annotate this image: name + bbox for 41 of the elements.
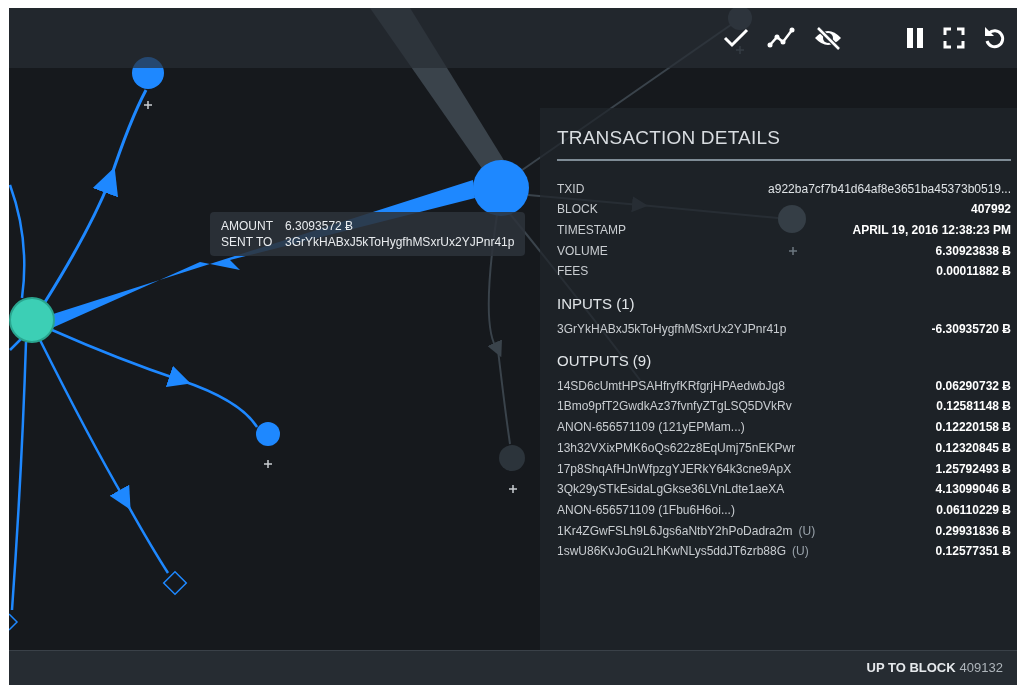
field-value: a922ba7cf7b41d64af8e3651ba45373b0519...: [768, 180, 1011, 198]
output-amount: 0.12581148 Ƀ: [936, 398, 1011, 416]
output-address[interactable]: 1swU86KvJoGu2LhKwNLys5ddJT6zrb88G: [557, 544, 786, 559]
field-value: 6.30923838 Ƀ: [935, 242, 1011, 260]
field-value: APRIL 19, 2016 12:38:23 PM: [852, 221, 1011, 239]
status-label: UP TO BLOCK: [866, 659, 956, 678]
panel-title: TRANSACTION DETAILS: [557, 124, 1011, 161]
field-label: TXID: [557, 180, 585, 198]
output-amount: 0.06290732 Ƀ: [935, 377, 1011, 395]
output-address[interactable]: 17p8ShqAfHJnWfpzgYJERkY64k3cne9ApX: [557, 461, 792, 476]
field-label: FEES: [557, 263, 589, 281]
tooltip-value: 6.3093572 Ƀ: [285, 219, 354, 233]
input-amount: -6.30935720 Ƀ: [931, 320, 1011, 338]
output-amount: 0.12220158 Ƀ: [935, 419, 1011, 437]
tooltip-label: SENT TO: [221, 234, 274, 250]
output-amount: 0.12577351 Ƀ: [935, 543, 1011, 561]
input-address[interactable]: 3GrYkHABxJ5kToHygfhMSxrUx2YJPnr41p: [557, 321, 787, 336]
tooltip-label: AMOUNT: [221, 218, 274, 234]
address-tag: (U): [792, 544, 809, 559]
output-address[interactable]: 1Kr4ZGwFSLh9L6Jgs6aNtbY2hPoDadra2m: [557, 523, 793, 538]
output-amount: 1.25792493 Ƀ: [935, 460, 1011, 478]
output-address[interactable]: 13h32VXixPMK6oQs622z8EqUmj75nEKPwr: [557, 440, 796, 455]
output-amount: 0.12320845 Ƀ: [935, 439, 1011, 457]
output-amount: 4.13099046 Ƀ: [935, 481, 1011, 499]
section-heading: OUTPUTS (9): [557, 351, 653, 372]
output-amount: 0.06110229 Ƀ: [936, 501, 1011, 519]
output-address[interactable]: ANON-656571109 (1Fbu6H6oi...): [557, 502, 735, 517]
output-address[interactable]: ANON-656571109 (121yEPMam...): [557, 420, 745, 435]
output-amount: 0.29931836 Ƀ: [935, 522, 1011, 540]
block-number: 409132: [959, 659, 1003, 678]
field-value: 407992: [970, 201, 1011, 219]
tooltip-value: 3GrYkHABxJ5kToHygfhMSxrUx2YJPnr41p: [285, 235, 515, 249]
field-value: 0.00011882 Ƀ: [936, 263, 1011, 281]
address-tag: (U): [798, 523, 816, 538]
output-address[interactable]: 14SD6cUmtHPSAHfryfKRfgrjHPAedwbJg8: [557, 378, 785, 393]
field-label: TIMESTAMP: [557, 221, 627, 239]
field-label: VOLUME: [557, 242, 608, 260]
output-address[interactable]: 3Qk29ySTkEsidaLgGkse36LVnLdte1aeXA: [557, 482, 785, 497]
output-address[interactable]: 1Bmo9pfT2GwdkAz37fvnfyZTgLSQ5DVkRv: [557, 399, 792, 414]
field-label: BLOCK: [557, 201, 598, 219]
section-heading: INPUTS (1): [557, 294, 636, 314]
